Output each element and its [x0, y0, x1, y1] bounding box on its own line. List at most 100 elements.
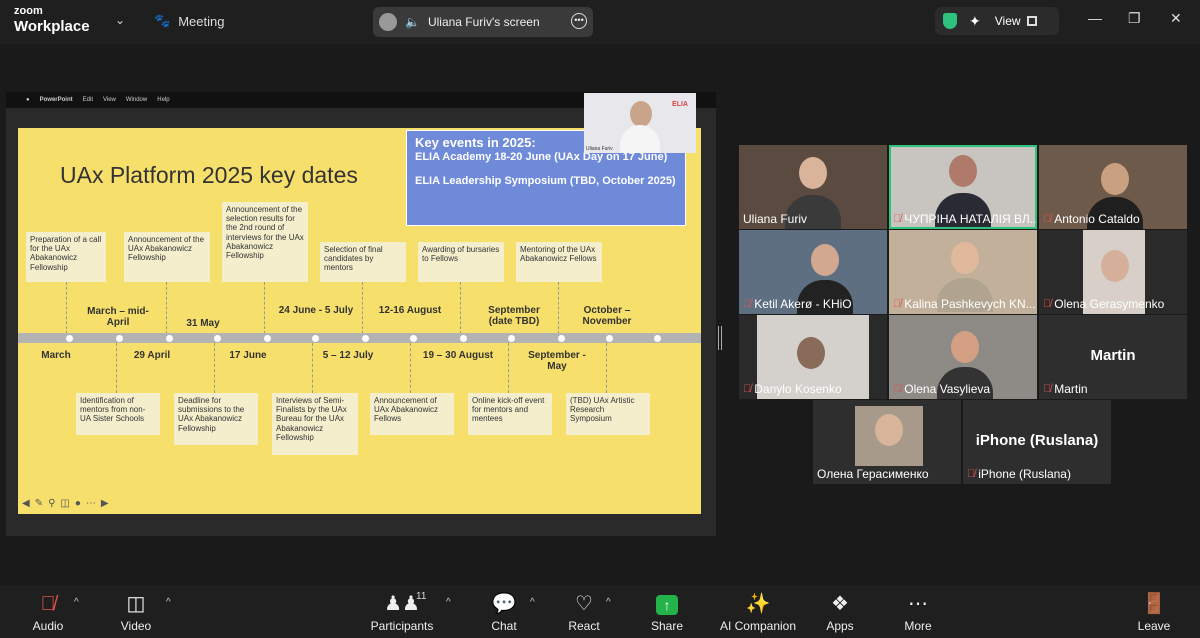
brand-line-2: Workplace: [14, 18, 90, 35]
participant-tile[interactable]: Uliana Furiv: [739, 145, 887, 229]
react-button[interactable]: ♡ React: [544, 591, 624, 633]
milestone-note: Announcement of UAx Abakanowicz Fellows: [370, 393, 454, 435]
shared-screen: ● PowerPoint Edit View Window Help UAx P…: [6, 92, 716, 536]
view-button[interactable]: View: [995, 14, 1021, 28]
timeline-date: March: [41, 350, 71, 361]
presenter-name: Uliana Furiv: [586, 146, 613, 152]
participants-label: Participants: [370, 619, 434, 633]
participant-tile[interactable]: Олена Герасименко: [813, 400, 961, 484]
participant-name-label: Antonio Cataldo: [1054, 212, 1140, 226]
slideshow-toolbar[interactable]: ◀✎⚲◫●⋯▶: [22, 498, 114, 509]
close-icon[interactable]: ✕: [1170, 10, 1182, 27]
participant-head: [875, 414, 903, 446]
milestone-note: Preparation of a call for the UAx Abakan…: [26, 232, 106, 282]
connector-line: [166, 282, 167, 334]
timeline-dot: [654, 335, 661, 342]
leave-button[interactable]: 🚪 Leave: [1114, 591, 1194, 633]
timeline-dot: [460, 335, 467, 342]
participant-tile-active-speaker[interactable]: 🎙̸ ЧУПРІНА НАТАЛІЯ ВЛ...: [889, 145, 1037, 229]
milestone-note: Mentoring of the UAx Abakanowicz Fellows: [516, 242, 602, 282]
participant-tile[interactable]: Martin 🎙̸ Martin: [1039, 315, 1187, 399]
meeting-controls: 🎙̸ Audio ^ ◫ Video ^ ♟♟ Participants 11 …: [0, 585, 1200, 638]
timeline-date: March – mid-April: [87, 306, 149, 328]
menu-powerpoint: PowerPoint: [39, 97, 73, 103]
apps-button[interactable]: ❖ Apps: [800, 591, 880, 633]
ai-sparkle-icon[interactable]: ✦: [969, 13, 981, 30]
participant-head: [951, 331, 979, 363]
milestone-note: Announcement of the selection results fo…: [222, 202, 308, 282]
more-options-icon[interactable]: •••: [571, 13, 587, 29]
timeline-dot: [214, 335, 221, 342]
speaker-icon: 🔈: [405, 15, 420, 29]
participant-name: 🎙̸ Antonio Cataldo: [1043, 212, 1140, 226]
chevron-down-icon[interactable]: ⌄: [115, 13, 125, 27]
participant-name: 🎙̸ Danylo Kosenko: [743, 382, 842, 396]
participant-tile[interactable]: 🎙̸ Kalina Pashkevych KN...: [889, 230, 1037, 314]
mic-muted-icon: 🎙̸: [893, 213, 902, 225]
timeline-date: 12-16 August: [378, 305, 442, 316]
participant-tile[interactable]: 🎙̸ Olena Vasylieva: [889, 315, 1037, 399]
avatar: [379, 13, 397, 31]
meeting-menu[interactable]: 🐾 Meeting: [154, 13, 224, 29]
participant-name-label: Олена Герасименко: [817, 467, 929, 481]
timeline-dot: [166, 335, 173, 342]
participant-tile[interactable]: 🎙̸ Danylo Kosenko: [739, 315, 887, 399]
participant-tile[interactable]: 🎙̸ Olena Gerasymenko: [1039, 230, 1187, 314]
participant-name-label: Kalina Pashkevych KN...: [904, 297, 1036, 311]
apps-label: Apps: [826, 619, 854, 633]
connector-line: [66, 282, 67, 334]
participants-button[interactable]: ♟♟ Participants: [362, 591, 442, 633]
zoom-logo: zoom Workplace: [14, 5, 90, 35]
shield-icon[interactable]: [943, 13, 957, 29]
participant-head: [1101, 250, 1129, 282]
video-options-caret[interactable]: ^: [166, 597, 171, 608]
participant-name: 🎙̸ Olena Gerasymenko: [1043, 297, 1164, 311]
participant-tile[interactable]: iPhone (Ruslana) 🎙̸ iPhone (Ruslana): [963, 400, 1111, 484]
connector-line: [410, 343, 411, 393]
view-controls: ✦ View: [935, 7, 1059, 35]
maximize-icon[interactable]: ❐: [1128, 10, 1141, 27]
milestone-note: Interviews of Semi-Finalists by the UAx …: [272, 393, 358, 455]
share-button[interactable]: ↑ Share: [627, 591, 707, 633]
timeline-date: 31 May: [186, 318, 220, 329]
audio-options-caret[interactable]: ^: [74, 597, 79, 608]
connector-line: [312, 343, 313, 393]
mic-muted-icon: 🎙̸: [1043, 298, 1052, 310]
apps-icon: ❖: [831, 593, 849, 615]
participant-name: 🎙̸ ЧУПРІНА НАТАЛІЯ ВЛ...: [893, 212, 1037, 226]
presenter-head: [630, 101, 652, 127]
participant-name: 🎙̸ iPhone (Ruslana): [967, 467, 1071, 481]
more-label: More: [904, 619, 932, 633]
timeline-dot: [312, 335, 319, 342]
video-button[interactable]: ◫ Video: [96, 591, 176, 633]
share-screen-icon: ↑: [627, 591, 707, 617]
meeting-label: Meeting: [178, 13, 225, 29]
slide: UAx Platform 2025 key dates Key events i…: [18, 128, 701, 514]
react-options-caret[interactable]: ^: [606, 597, 611, 608]
presenter-video[interactable]: Uliana Furiv ELIA: [584, 93, 696, 153]
participants-options-caret[interactable]: ^: [446, 597, 451, 608]
participant-tile[interactable]: 🎙̸ Ketil Akerø - KHiO: [739, 230, 887, 314]
video-camera-icon: ◫: [126, 593, 146, 615]
video-label: Video: [120, 619, 152, 633]
menu-view: View: [102, 97, 116, 103]
grid-view-icon[interactable]: [1026, 16, 1037, 26]
connector-line: [214, 343, 215, 393]
minimize-icon[interactable]: —: [1088, 10, 1102, 26]
milestone-note: Identification of mentors from non-UA Si…: [76, 393, 160, 435]
screen-share-indicator[interactable]: 🔈 Uliana Furiv's screen •••: [373, 7, 593, 37]
connector-line: [558, 282, 559, 334]
more-button[interactable]: ⋯ More: [878, 591, 958, 633]
ai-companion-button[interactable]: ✨ AI Companion: [710, 591, 806, 633]
milestone-note: Announcement of the UAx Abakanowicz Fell…: [124, 232, 210, 282]
participant-tile[interactable]: 🎙̸ Antonio Cataldo: [1039, 145, 1187, 229]
react-label: React: [568, 619, 600, 633]
chat-options-caret[interactable]: ^: [530, 597, 535, 608]
participant-name: 🎙̸ Kalina Pashkevych KN...: [893, 297, 1036, 311]
connector-line: [508, 343, 509, 393]
timeline-date: September - May: [528, 350, 586, 372]
brand-line-1: zoom: [14, 5, 43, 17]
mic-muted-icon: 🎙̸: [743, 298, 752, 310]
resize-handle[interactable]: [718, 326, 722, 350]
timeline-date: October – November: [582, 305, 632, 327]
